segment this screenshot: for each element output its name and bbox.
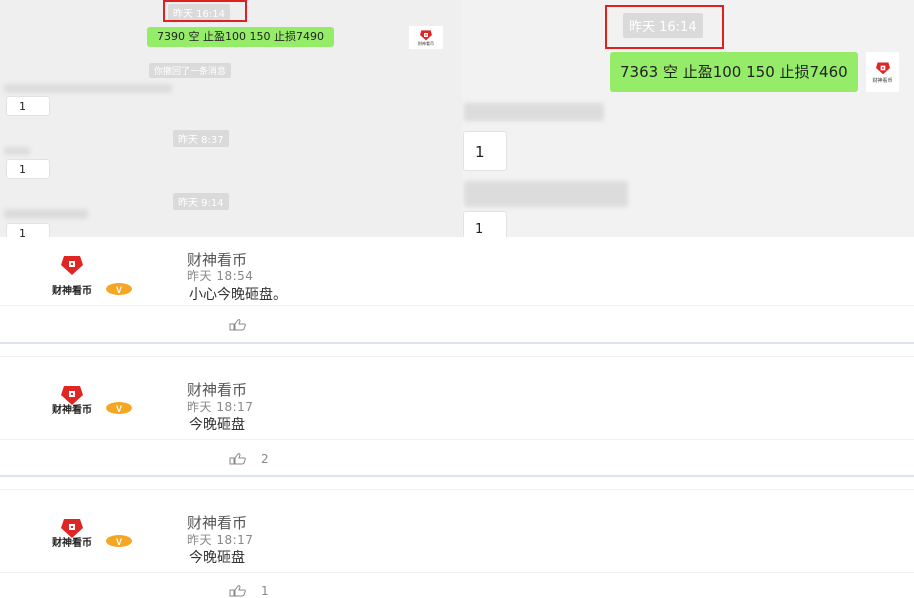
avatar-text: 财神看币 <box>52 286 92 297</box>
message-bubble-sent[interactable]: 7390 空 止盈100 150 止损7490 <box>147 27 334 47</box>
message-bubble-sent[interactable]: 7363 空 止盈100 150 止损7460 <box>610 52 858 92</box>
reply-bubble[interactable]: 1 <box>6 159 50 179</box>
blurred-name <box>464 103 604 121</box>
comment-text: 小心今晚砸盘。 <box>189 287 287 303</box>
comment-text: 今晚砸盘 <box>189 550 245 566</box>
avatar[interactable]: V 财神看币 <box>48 382 136 432</box>
avatar[interactable]: V 财神看币 <box>48 252 136 302</box>
divider <box>0 572 914 573</box>
svg-text:V: V <box>116 404 122 414</box>
like-button[interactable]: 1 <box>229 584 269 598</box>
system-notice: 你撤回了一条消息 <box>149 63 232 78</box>
comment-time: 昨天 18:17 <box>187 400 254 414</box>
chat-panel-right: 昨天 16:14 7363 空 止盈100 150 止损7460 财神看币 1 … <box>462 0 914 237</box>
comment-item: V 财神看币 财神看币 昨天 18:54 小心今晚砸盘。 <box>0 237 914 342</box>
comment-author[interactable]: 财神看币 <box>187 512 247 533</box>
highlight-box <box>605 5 724 49</box>
avatar-text: 财神看币 <box>52 405 92 416</box>
divider <box>0 439 914 440</box>
avatar-text: 财神看币 <box>52 538 92 549</box>
reply-bubble[interactable]: 1 <box>463 211 507 237</box>
thumbs-up-icon <box>229 319 246 331</box>
timestamp: 昨天 9:14 <box>173 193 229 210</box>
blurred-name <box>464 181 628 207</box>
comment-item: V 财神看币 财神看币 昨天 18:17 今晚砸盘 1 <box>0 490 914 598</box>
svg-text:V: V <box>116 285 122 295</box>
logo-text: 财神看币 <box>418 40 434 46</box>
comment-item: V 财神看币 财神看币 昨天 18:17 今晚砸盘 2 <box>0 357 914 475</box>
svg-text:V: V <box>116 537 122 547</box>
section-separator <box>0 342 914 357</box>
caishen-logo-icon <box>420 29 432 40</box>
timestamp: 昨天 8:37 <box>173 130 229 147</box>
sender-avatar[interactable]: 财神看币 <box>866 52 899 92</box>
comment-author[interactable]: 财神看币 <box>187 379 247 400</box>
section-separator <box>0 475 914 490</box>
comment-text: 今晚砸盘 <box>189 417 245 433</box>
blurred-name <box>4 84 172 93</box>
like-button[interactable] <box>229 319 261 331</box>
like-count: 2 <box>261 452 269 466</box>
logo-text: 财神看币 <box>872 77 893 84</box>
like-button[interactable]: 2 <box>229 452 269 466</box>
blurred-name <box>4 147 30 155</box>
reply-bubble[interactable]: 1 <box>6 223 50 237</box>
thumbs-up-icon <box>229 585 246 597</box>
sender-avatar[interactable]: 财神看币 <box>409 26 443 49</box>
comment-time: 昨天 18:54 <box>187 269 254 283</box>
reply-bubble[interactable]: 1 <box>463 131 507 171</box>
like-count: 1 <box>261 584 269 598</box>
chat-panel-left: 昨天 16:14 7390 空 止盈100 150 止损7490 财神看币 你撤… <box>0 0 462 237</box>
comment-time: 昨天 18:17 <box>187 533 254 547</box>
thumbs-up-icon <box>229 453 246 465</box>
caishen-logo-icon <box>875 62 890 74</box>
reply-bubble[interactable]: 1 <box>6 96 50 116</box>
blurred-name <box>4 209 88 219</box>
divider <box>0 305 914 306</box>
highlight-box <box>163 0 247 22</box>
avatar[interactable]: V 财神看币 <box>48 515 136 565</box>
